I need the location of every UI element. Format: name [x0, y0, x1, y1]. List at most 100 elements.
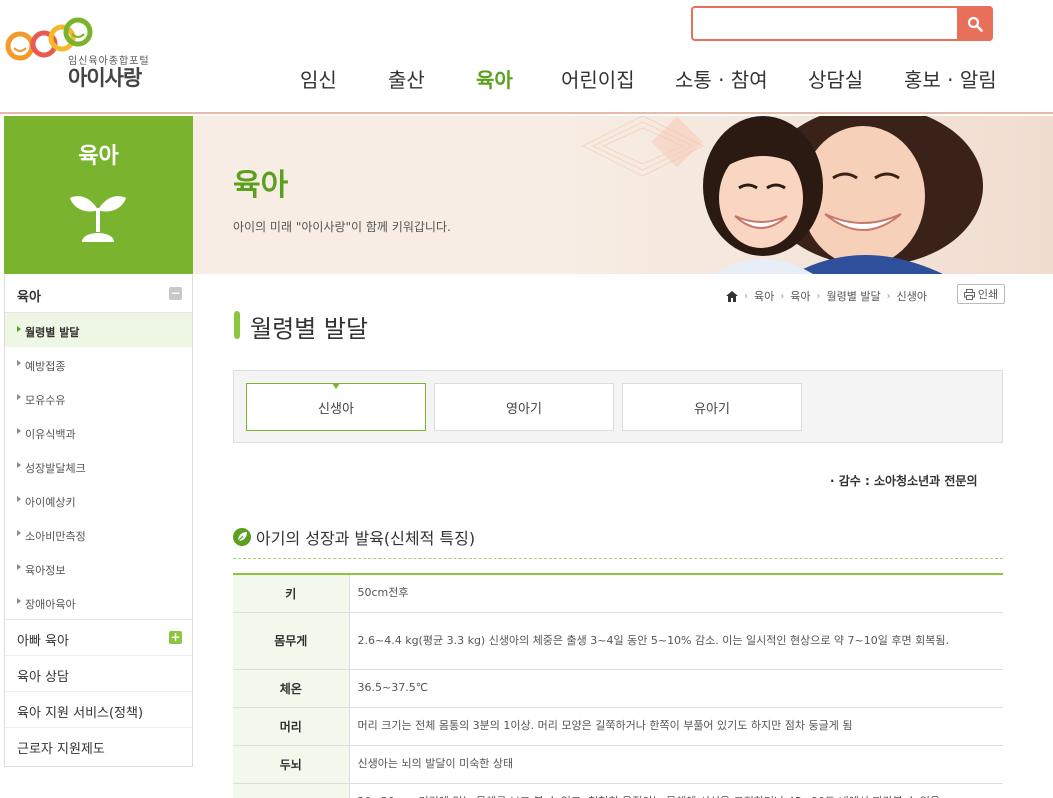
table-row: 두뇌 신생아는 뇌의 발달이 미숙한 상태	[233, 745, 1003, 784]
lnb-item-label: 월령별 발달	[25, 326, 80, 339]
tab-toddler[interactable]: 유아기	[622, 383, 802, 431]
arrow-right-icon	[17, 496, 21, 502]
hero-title: 육아	[233, 168, 289, 203]
breadcrumb-item[interactable]: 육아	[790, 288, 810, 304]
lnb-item-label: 성장발달체크	[25, 462, 86, 475]
lnb-item-label: 아이예상키	[25, 496, 76, 509]
lnb-item-label: 근로자 지원제도	[17, 742, 105, 757]
section-divider	[233, 558, 1003, 559]
lnb-item-label: 소아비만측정	[25, 530, 86, 543]
search-input[interactable]	[697, 11, 955, 36]
table-row: 머리 머리 크기는 전체 몸통의 3분의 1이상. 머리 모양은 길쭉하거나 한…	[233, 707, 1003, 746]
tab-newborn[interactable]: 신생아	[246, 383, 426, 431]
table-head-cell: 키	[233, 574, 350, 613]
tab-infant[interactable]: 영아기	[434, 383, 614, 431]
lnb-item-label: 모유수유	[25, 394, 66, 407]
chevron-right-icon: ›	[744, 290, 748, 302]
gnb-item-daycare[interactable]: 어린이집	[561, 64, 635, 93]
gnb-item-news[interactable]: 홍보 · 알림	[904, 64, 997, 93]
section-title-text: 아기의 성장과 발육(신체적 특징)	[256, 529, 476, 548]
page-title: 월령별 발달	[250, 315, 369, 343]
table-head-cell: 체온	[233, 669, 350, 708]
lnb-item-label: 아빠 육아	[17, 634, 69, 649]
hero-description: 아이의 미래 "아이사랑"이 함께 키워갑니다.	[233, 220, 451, 234]
chevron-right-icon: ›	[816, 290, 821, 302]
site-header: 임신육아종합포털 아이사랑 임신 출산 육아 어린이집 소통 · 참여 상담실 …	[0, 0, 1053, 114]
table-head-cell: 머리	[233, 707, 350, 746]
lnb-item-baby-food[interactable]: 이유식백과	[5, 415, 192, 449]
leaf-icon	[233, 528, 251, 546]
table-cell: 머리 크기는 전체 몸통의 3분의 1이상. 머리 모양은 길쭉하거나 한쪽이 …	[349, 707, 1003, 746]
home-icon[interactable]	[726, 290, 738, 302]
arrow-right-icon	[17, 462, 21, 468]
lnb-item-label: 이유식백과	[25, 428, 76, 441]
table-cell: 20~30 cm 거리에 있는 물체를 보고 볼 수 있고, 천천히 움직이는 …	[349, 783, 1003, 798]
side-banner-title: 육아	[78, 144, 119, 169]
table-row: 키 50cm전후	[233, 574, 1003, 613]
lnb-item-label: 육아정보	[25, 564, 66, 577]
table-head-cell: 몸무게	[233, 612, 350, 670]
chevron-right-icon: ›	[886, 290, 891, 302]
lnb-item-parenting-info[interactable]: 육아정보	[5, 551, 192, 585]
gnb-item-pregnancy[interactable]: 임신	[300, 64, 337, 93]
title-accent-bar	[234, 311, 240, 339]
section-title: 아기의 성장과 발육(신체적 특징)	[233, 525, 475, 549]
table-head-cell: 두뇌	[233, 745, 350, 784]
table-cell: 2.6~4.4 kg(평균 3.3 kg) 신생아의 체중은 출생 3~4일 동…	[349, 612, 1003, 670]
lnb-item-worker-support[interactable]: 근로자 지원제도	[5, 728, 192, 764]
print-label: 인쇄	[977, 288, 999, 301]
search-box	[691, 6, 993, 41]
gnb-item-parenting[interactable]: 육아	[476, 64, 513, 93]
arrow-right-icon	[17, 360, 21, 366]
lnb-item-label: 육아 지원 서비스(정책)	[17, 706, 144, 721]
lnb-item-obesity[interactable]: 소아비만측정	[5, 517, 192, 551]
hero-banner: 육아 아이의 미래 "아이사랑"이 함께 키워갑니다.	[193, 116, 1053, 274]
arrow-right-icon	[17, 530, 21, 536]
lnb-item-vaccination[interactable]: 예방접종	[5, 347, 192, 381]
table-cell: 신생아는 뇌의 발달이 미숙한 상태	[349, 745, 1003, 784]
table-row: 체온 36.5~37.5℃	[233, 669, 1003, 708]
table-cell: 50cm전후	[349, 574, 1003, 613]
breadcrumb-item[interactable]: 월령별 발달	[827, 288, 881, 304]
arrow-right-icon	[17, 598, 21, 604]
tab-active-marker-icon	[332, 383, 340, 389]
gnb-item-birth[interactable]: 출산	[388, 64, 425, 93]
lnb-item-breastfeeding[interactable]: 모유수유	[5, 381, 192, 415]
growth-table: 키 50cm전후 몸무게 2.6~4.4 kg(평균 3.3 kg) 신생아의 …	[233, 573, 1003, 798]
tab-label: 유아기	[694, 401, 730, 417]
print-button[interactable]: 인쇄	[957, 284, 1005, 304]
collapse-icon[interactable]: −	[169, 287, 182, 300]
lnb-item-label: 예방접종	[25, 360, 66, 373]
gnb-item-counseling[interactable]: 상담실	[808, 64, 863, 93]
lnb-item-growth-check[interactable]: 성장발달체크	[5, 449, 192, 483]
lnb-item-disability[interactable]: 장애아육아	[5, 585, 192, 619]
age-tabs: 신생아 영아기 유아기	[233, 370, 1003, 443]
breadcrumb: › 육아 › 육아 › 월령별 발달 › 신생아	[726, 287, 927, 305]
search-icon	[967, 16, 983, 32]
breadcrumb-item[interactable]: 육아	[754, 288, 774, 304]
breadcrumb-item-current: 신생아	[896, 290, 927, 303]
table-row: 몸무게 2.6~4.4 kg(평균 3.3 kg) 신생아의 체중은 출생 3~…	[233, 612, 1003, 670]
arrow-right-icon	[17, 564, 21, 570]
left-navigation: 육아 − 월령별 발달 예방접종 모유수유 이유식백과 성장발달체크 아이예상키…	[4, 275, 193, 767]
chevron-right-icon: ›	[780, 290, 785, 302]
lnb-section-parenting[interactable]: 육아 −	[5, 275, 192, 313]
supervision-note: · 감수 : 소아청소년과 전문의	[830, 474, 978, 488]
tab-label: 영아기	[506, 401, 542, 417]
lnb-item-label: 장애아육아	[25, 598, 76, 611]
arrow-right-icon	[17, 394, 21, 400]
table-cell: 36.5~37.5℃	[349, 669, 1003, 708]
lnb-item-label: 육아 상담	[17, 670, 69, 685]
lnb-item-monthly-development[interactable]: 월령별 발달	[5, 313, 192, 347]
lnb-item-support-policy[interactable]: 육아 지원 서비스(정책)	[5, 692, 192, 728]
table-head-cell	[233, 783, 350, 798]
lnb-item-dad-parenting[interactable]: 아빠 육아 +	[5, 620, 192, 656]
table-row: 20~30 cm 거리에 있는 물체를 보고 볼 수 있고, 천천히 움직이는 …	[233, 783, 1003, 798]
gnb-item-community[interactable]: 소통 · 참여	[675, 64, 768, 93]
expand-icon[interactable]: +	[169, 631, 182, 644]
arrow-right-icon	[17, 326, 21, 332]
search-button[interactable]	[957, 6, 993, 41]
lnb-item-parenting-counsel[interactable]: 육아 상담	[5, 656, 192, 692]
lnb-item-expected-height[interactable]: 아이예상키	[5, 483, 192, 517]
tab-label: 신생아	[318, 401, 354, 417]
